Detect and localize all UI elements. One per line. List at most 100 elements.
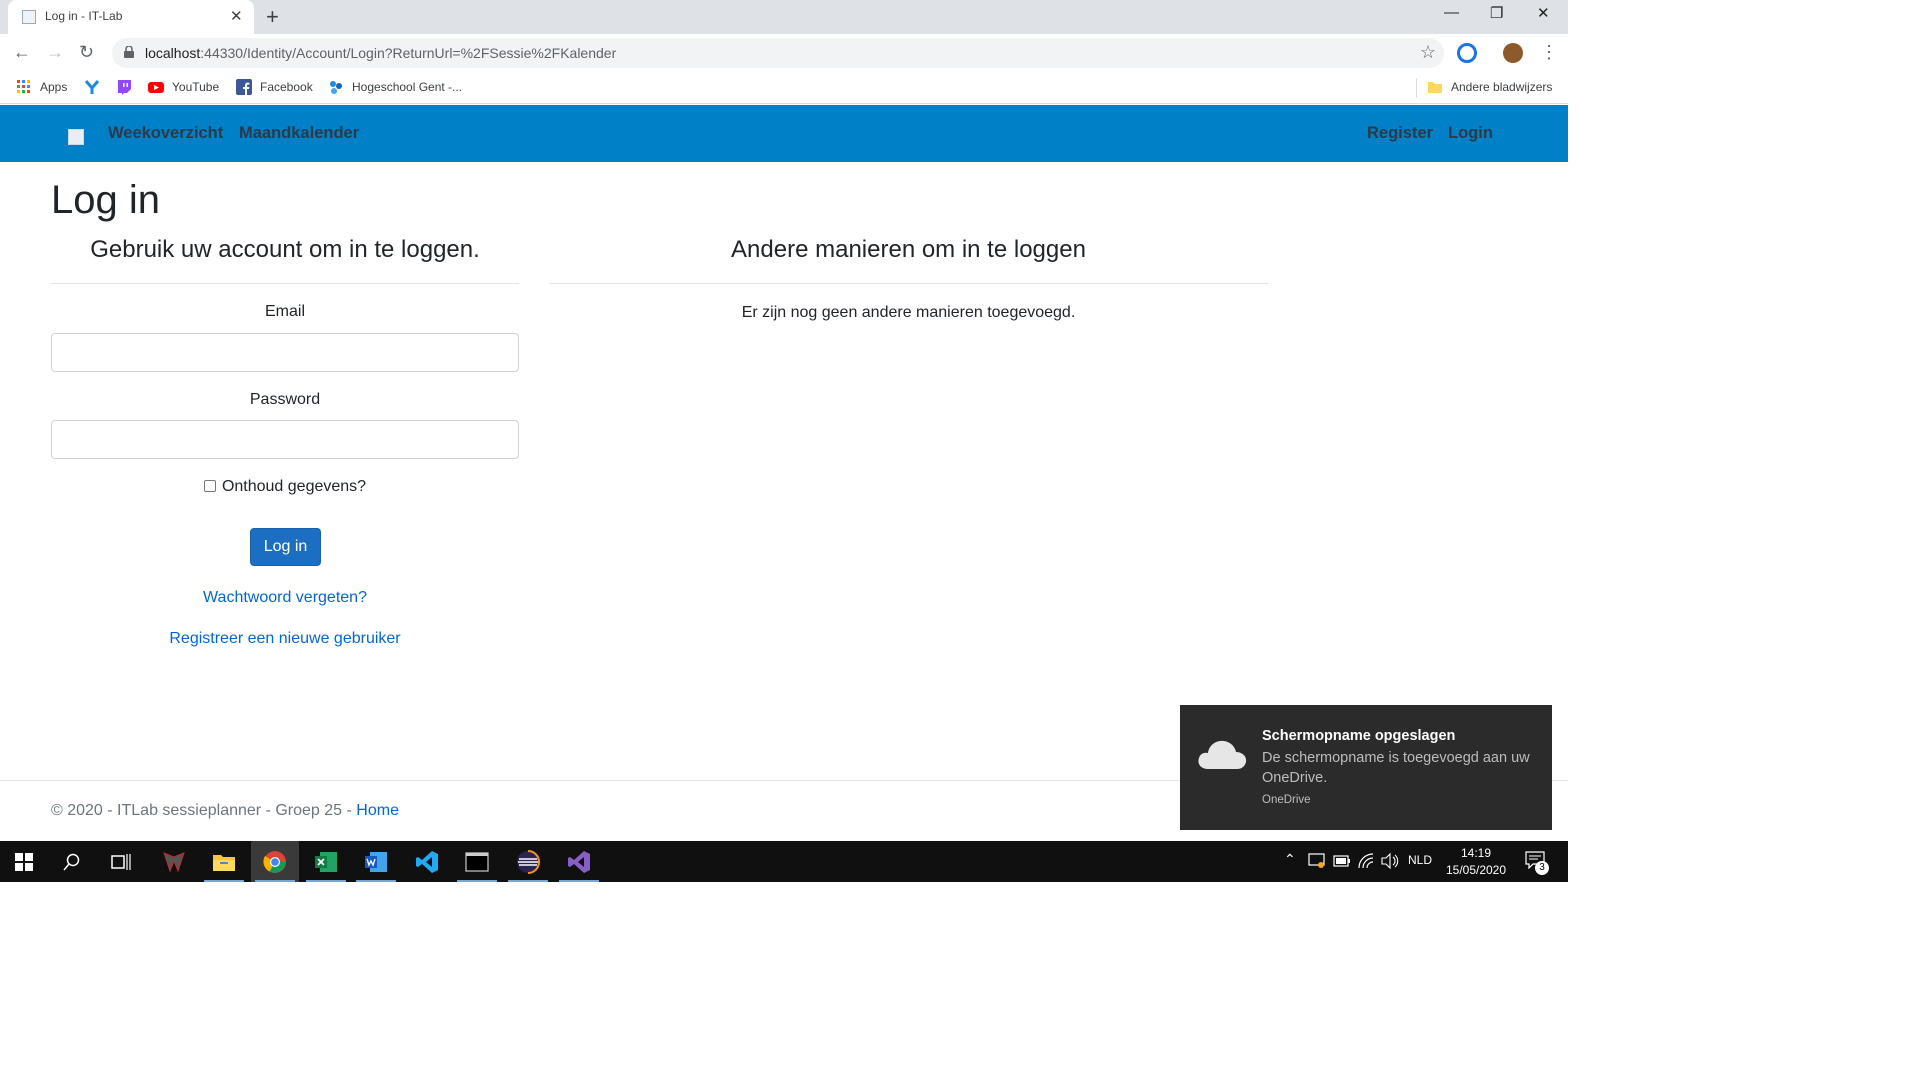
bookmark-twitch[interactable]	[116, 79, 132, 95]
new-tab-icon[interactable]: +	[266, 4, 279, 30]
hogent-icon	[330, 81, 342, 94]
divider	[51, 283, 519, 284]
site-navbar: Weekoverzicht Maandkalender Register Log…	[0, 105, 1568, 162]
taskbar-app-explorer[interactable]	[200, 841, 248, 882]
taskbar-app-eclipse[interactable]	[504, 841, 552, 882]
bookmark-facebook[interactable]: Facebook	[236, 79, 313, 95]
clock-date: 15/05/2020	[1445, 863, 1507, 877]
file-explorer-icon	[213, 854, 235, 871]
menu-dots-icon[interactable]: ⋮	[1540, 42, 1558, 63]
facebook-icon	[236, 79, 252, 95]
visual-studio-icon	[568, 850, 590, 873]
nav-maandkalender[interactable]: Maandkalender	[239, 124, 359, 143]
email-label: Email	[264, 303, 305, 320]
taskbar-app-word[interactable]	[352, 841, 400, 882]
nav-weekoverzicht[interactable]: Weekoverzicht	[108, 124, 223, 143]
system-clock[interactable]: 14:19 15/05/2020	[1436, 845, 1516, 879]
minimize-icon[interactable]: —	[1444, 4, 1459, 21]
bookmark-hogeschool-gent[interactable]: Hogeschool Gent -...	[328, 79, 462, 95]
taskbar-app-predator[interactable]	[150, 841, 198, 882]
bookmark-apps[interactable]: Apps	[16, 79, 67, 95]
tab-title: Log in - IT-Lab	[45, 9, 123, 23]
folder-icon	[1428, 82, 1442, 93]
wifi-icon[interactable]	[1358, 853, 1376, 869]
nav-login[interactable]: Login	[1448, 124, 1493, 143]
footer: © 2020 - ITLab sessieplanner - Groep 25 …	[51, 802, 399, 820]
start-button[interactable]	[0, 841, 48, 882]
url-text: localhost:44330/Identity/Account/Login?R…	[145, 45, 617, 61]
input-language[interactable]: NLD	[1408, 853, 1432, 867]
bookmark-y-icon-link[interactable]	[84, 79, 100, 95]
search-icon	[63, 853, 80, 870]
nav-register[interactable]: Register	[1367, 124, 1433, 143]
notification-title: Schermopname opgeslagen	[1262, 728, 1456, 744]
page-favicon-icon	[22, 10, 36, 24]
onedrive-cloud-icon	[1198, 740, 1247, 769]
apps-grid-icon	[17, 80, 30, 93]
onedrive-notification[interactable]: Schermopname opgeslagen De schermopname …	[1180, 705, 1552, 830]
taskbar-app-chrome[interactable]	[251, 841, 299, 882]
clock-time: 14:19	[1460, 846, 1492, 860]
bookmarks-bar: Apps YouTube Facebook Hogeschool Gent -.…	[0, 72, 1568, 104]
bookmark-youtube[interactable]: YouTube	[148, 79, 219, 95]
network-monitor-icon[interactable]	[1308, 853, 1326, 869]
task-view-icon	[111, 853, 131, 870]
password-field[interactable]	[51, 420, 519, 459]
task-view-button[interactable]	[97, 841, 145, 882]
terminal-icon	[465, 851, 489, 872]
profile-avatar[interactable]	[1503, 43, 1523, 63]
lock-icon	[124, 46, 134, 58]
taskbar-app-excel[interactable]	[302, 841, 350, 882]
running-indicator	[508, 880, 548, 882]
login-button[interactable]: Log in	[250, 528, 321, 566]
remember-me-checkbox[interactable]	[203, 480, 216, 492]
battery-icon[interactable]	[1333, 855, 1351, 867]
windows-logo-icon	[15, 852, 33, 871]
taskbar-app-visual-studio[interactable]	[555, 841, 603, 882]
bookmark-label: Hogeschool Gent -...	[352, 80, 463, 94]
remember-me-label[interactable]: Onthoud gegevens?	[222, 478, 366, 495]
twitch-icon	[118, 80, 131, 95]
bookmark-divider	[1416, 78, 1417, 98]
predator-sense-icon	[163, 851, 185, 872]
back-icon[interactable]: ←	[13, 42, 31, 63]
divider	[549, 283, 1268, 284]
close-tab-icon[interactable]: ✕	[230, 7, 243, 25]
browser-tab[interactable]: Log in - IT-Lab ✕	[8, 0, 254, 34]
register-user-link[interactable]: Registreer een nieuwe gebruiker	[51, 630, 519, 648]
windows-taskbar: ⌃ NLD 14:19 15/05/2020 3	[0, 841, 1568, 882]
bookmark-label: Facebook	[260, 80, 313, 94]
search-button[interactable]	[48, 841, 96, 882]
youtube-icon	[148, 82, 164, 93]
forward-icon[interactable]: →	[46, 42, 64, 63]
browser-tab-strip: Log in - IT-Lab ✕ + — ❐ ✕	[0, 0, 1568, 34]
reload-icon[interactable]: ↻	[79, 42, 94, 63]
volume-icon[interactable]	[1381, 853, 1399, 869]
running-indicator	[204, 880, 244, 882]
restore-icon[interactable]: ❐	[1490, 4, 1503, 22]
extension-icon[interactable]	[1457, 43, 1477, 63]
bookmark-star-icon[interactable]: ☆	[1420, 42, 1436, 63]
running-indicator	[255, 880, 295, 882]
forgot-password-link[interactable]: Wachtwoord vergeten?	[51, 589, 519, 607]
notification-source: OneDrive	[1262, 794, 1311, 806]
site-logo-broken-image-icon[interactable]	[68, 129, 84, 145]
vscode-icon	[416, 850, 438, 873]
action-center-button[interactable]: 3	[1525, 851, 1549, 875]
footer-home-link[interactable]: Home	[356, 802, 399, 819]
window-close-icon[interactable]: ✕	[1537, 4, 1550, 22]
other-bookmarks[interactable]: Andere bladwijzers	[1427, 79, 1552, 95]
taskbar-app-vscode[interactable]	[403, 841, 451, 882]
bookmark-label: Andere bladwijzers	[1451, 80, 1553, 94]
page-title: Log in	[51, 178, 160, 222]
show-hidden-icons-chevron-up-icon[interactable]: ⌃	[1284, 851, 1296, 868]
running-indicator	[559, 880, 599, 882]
address-bar[interactable]: localhost:44330/Identity/Account/Login?R…	[112, 38, 1444, 68]
bookmark-label: Apps	[40, 80, 68, 94]
email-field[interactable]	[51, 333, 519, 372]
bookmark-label: YouTube	[172, 80, 220, 94]
footer-text: © 2020 - ITLab sessieplanner - Groep 25 …	[51, 802, 352, 819]
taskbar-app-terminal[interactable]	[453, 841, 501, 882]
notification-body: De schermopname is toegevoegd aan uw One…	[1262, 750, 1530, 786]
no-external-logins-message: Er zijn nog geen andere manieren toegevo…	[741, 304, 1076, 321]
